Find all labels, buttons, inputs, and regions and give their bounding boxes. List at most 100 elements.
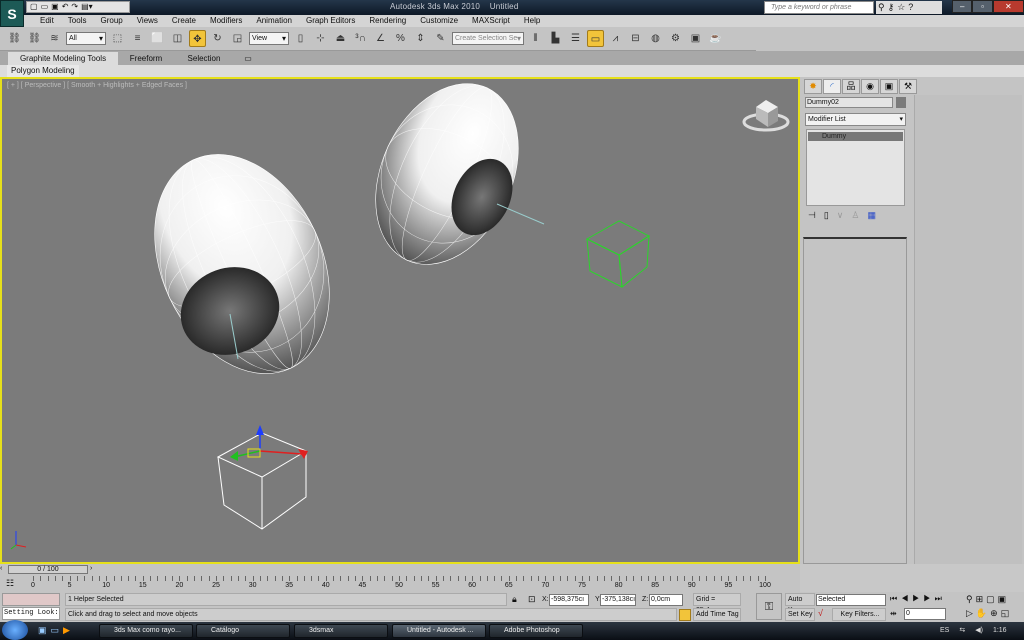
key-icon[interactable]: ⚷ (888, 2, 898, 12)
key-mode-toggle-icon[interactable]: ⇹ (890, 609, 897, 618)
hierarchy-tab-icon[interactable]: 品 (842, 79, 860, 94)
select-manipulate-icon[interactable]: ⊹ (312, 30, 329, 47)
schematic-view-icon[interactable]: ⊟ (627, 30, 644, 47)
zoom-extents-icon[interactable]: ▢ (986, 594, 998, 604)
menu-help[interactable]: Help (517, 15, 547, 27)
material-editor-icon[interactable]: ◍ (647, 30, 664, 47)
selection-filter-dropdown[interactable]: All (66, 32, 106, 45)
menu-animation[interactable]: Animation (249, 15, 299, 27)
absolute-mode-icon[interactable]: ⊡ (528, 594, 536, 605)
default-tangent-icon[interactable]: √ (818, 608, 823, 618)
new-icon[interactable]: ▢ (30, 2, 38, 12)
eyeball-left[interactable] (121, 126, 363, 402)
menu-maxscript[interactable]: MAXScript (465, 15, 517, 27)
start-button[interactable] (2, 620, 28, 640)
render-setup-icon[interactable]: ⚙ (667, 30, 684, 47)
minimize-button[interactable]: – (952, 0, 973, 13)
perspective-viewport[interactable]: [ + ] [ Perspective ] [ Smooth + Highlig… (0, 77, 800, 564)
current-frame-field[interactable]: 0 (904, 608, 946, 620)
rotate-icon[interactable]: ↻ (209, 30, 226, 47)
make-unique-icon[interactable]: ∨ (837, 210, 844, 221)
create-tab-icon[interactable]: ✸ (804, 79, 822, 94)
volume-icon[interactable]: ◀) (975, 624, 983, 637)
menu-customize[interactable]: Customize (413, 15, 465, 27)
search-input[interactable]: Type a keyword or phrase (764, 1, 874, 14)
move-gizmo[interactable] (230, 425, 308, 461)
go-to-end-icon[interactable]: ⏭ (935, 594, 946, 603)
fov-icon[interactable]: ▷ (966, 608, 976, 618)
network-icon[interactable]: ⇆ (959, 624, 965, 637)
rect-selection-icon[interactable]: ⬜ (149, 30, 166, 47)
scale-icon[interactable]: ◲ (229, 30, 246, 47)
save-icon[interactable]: ▣ (51, 2, 59, 12)
maximize-button[interactable]: ▫ (972, 0, 993, 13)
show-end-result-icon[interactable]: ▯ (824, 210, 829, 221)
time-tag-icon[interactable] (679, 609, 691, 621)
set-key-toggle-icon[interactable]: ⚿ (756, 593, 782, 620)
menu-group[interactable]: Group (93, 15, 129, 27)
maximize-viewport-icon[interactable]: ◱ (1001, 608, 1013, 618)
play-icon[interactable]: ▶ (912, 594, 923, 603)
zoom-all-icon[interactable]: ⊞ (976, 594, 987, 604)
language-indicator[interactable]: ES (940, 624, 949, 637)
project-icon[interactable]: ▤▾ (81, 2, 93, 12)
modifier-list-dropdown[interactable]: Modifier List (805, 113, 906, 126)
menu-graph-editors[interactable]: Graph Editors (299, 15, 362, 27)
time-slider-track[interactable] (0, 564, 800, 576)
taskbar-item-firefox-1[interactable]: 3ds Max como rayo... (99, 624, 193, 638)
bind-spacewarp-icon[interactable]: ≋ (46, 30, 63, 47)
tab-freeform[interactable]: Freeform (118, 52, 174, 65)
binoculars-icon[interactable]: ⚲ (878, 2, 888, 12)
ribbon-options-icon[interactable]: ▭ (242, 52, 254, 65)
star-icon[interactable]: ☆ (897, 2, 908, 12)
z-coordinate-field[interactable]: 0,0cm (649, 594, 683, 606)
rendered-frame-icon[interactable]: ▣ (687, 30, 704, 47)
application-button[interactable]: S (0, 0, 24, 27)
redo-icon[interactable]: ↷ (71, 2, 78, 12)
help-icon[interactable]: ? (908, 2, 916, 12)
move-icon[interactable]: ✥ (189, 30, 206, 47)
menu-rendering[interactable]: Rendering (362, 15, 413, 27)
snaps-icon[interactable]: ³∩ (352, 30, 369, 47)
mini-curve-editor-icon[interactable]: ☷ (6, 578, 14, 589)
polygon-modeling-panel[interactable]: Polygon Modeling (7, 65, 79, 77)
menu-modifiers[interactable]: Modifiers (203, 15, 249, 27)
x-coordinate-field[interactable]: -598,375cı (549, 594, 589, 606)
keyboard-shortcut-icon[interactable]: ⏏ (332, 30, 349, 47)
menu-create[interactable]: Create (165, 15, 203, 27)
graphite-toggle-icon[interactable]: ▭ (587, 30, 604, 47)
prev-key-icon[interactable]: ◀ (901, 594, 912, 603)
eyeball-right[interactable] (348, 79, 546, 288)
maxscript-listener-input[interactable]: Setting Look: (2, 607, 60, 620)
dummy-helper[interactable] (216, 432, 308, 530)
tab-graphite-modeling-tools[interactable]: Graphite Modeling Tools (8, 52, 118, 65)
open-icon[interactable]: ▭ (41, 2, 49, 12)
named-selection-dropdown[interactable]: Create Selection Se (452, 32, 524, 45)
angle-snap-icon[interactable]: ∠ (372, 30, 389, 47)
taskbar-item-folder[interactable]: 3dsmax (294, 624, 388, 638)
time-slider[interactable]: 0 / 100 (8, 565, 88, 574)
render-teapot-icon[interactable]: ☕ (707, 30, 724, 47)
layer-manager-icon[interactable]: ☰ (567, 30, 584, 47)
key-filters-button[interactable]: Key Filters... (832, 608, 886, 621)
close-button[interactable]: ✕ (992, 0, 1024, 13)
select-object-icon[interactable]: ⬚ (109, 30, 126, 47)
viewcube[interactable] (742, 100, 790, 132)
percent-snap-icon[interactable]: % (392, 30, 409, 47)
switch-windows-icon[interactable]: ▭ (51, 625, 64, 635)
stack-item-dummy[interactable]: Dummy (808, 132, 903, 141)
menu-views[interactable]: Views (130, 15, 165, 27)
display-tab-icon[interactable]: ▣ (880, 79, 898, 94)
curve-editor-icon[interactable]: ⩘ (607, 30, 624, 47)
modify-tab-icon[interactable]: ◜ (823, 79, 841, 94)
zoom-icon[interactable]: ⚲ (966, 594, 976, 604)
object-name-field[interactable]: Dummy02 (805, 97, 893, 108)
reference-coord-dropdown[interactable]: View (249, 32, 289, 45)
unlink-icon[interactable]: ⛓ (26, 30, 43, 47)
pan-icon[interactable]: ✋ (976, 608, 990, 618)
prev-frame-icon[interactable]: ‹ (0, 565, 2, 572)
spinner-snap-icon[interactable]: ⇕ (412, 30, 429, 47)
edit-named-selection-icon[interactable]: ✎ (432, 30, 449, 47)
object-color-swatch[interactable] (896, 97, 906, 108)
add-time-tag-button[interactable]: Add Time Tag (693, 608, 741, 621)
